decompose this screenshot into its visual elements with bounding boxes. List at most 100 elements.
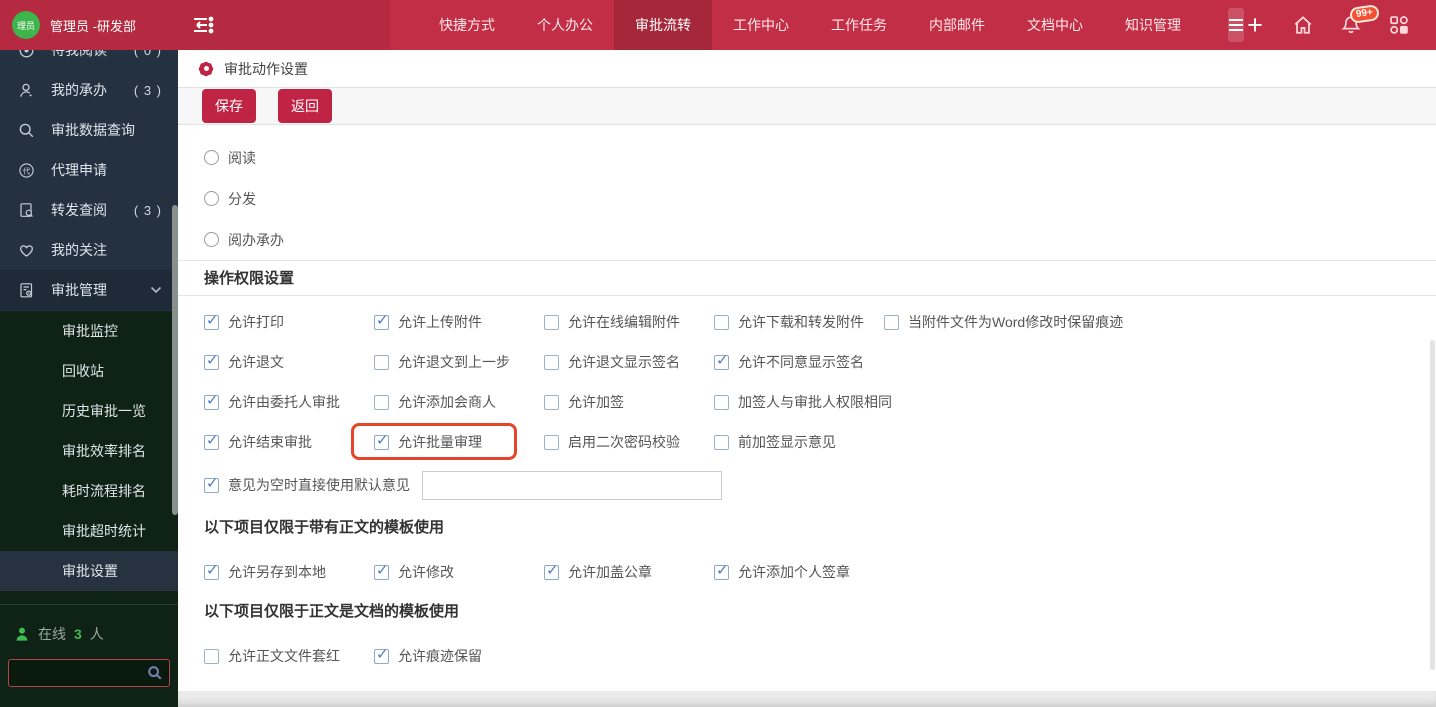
nav-item[interactable]: 内部邮件 — [908, 0, 1006, 50]
sidebar-submenu: 审批监控 回收站 历史审批一览 审批效率排名 耗时流程排名 审批超时统计 审批设置 — [0, 311, 178, 591]
checkbox[interactable] — [374, 311, 389, 330]
online-unit: 人 — [89, 626, 104, 642]
checkbox-item[interactable]: 允许打印 — [204, 311, 374, 332]
main-scrollbar[interactable] — [1430, 340, 1435, 670]
checkbox-item[interactable]: 前加签显示意见 — [714, 432, 884, 452]
sidebar: 待我阅读( 0 ) 我的承办( 3 ) 审批数据查询代代理申请 转发查阅( 3 ) 我的… — [0, 50, 178, 707]
checkbox-item[interactable]: 允许退文显示签名 — [544, 352, 714, 372]
checkbox-item[interactable]: 加签人与审批人权限相同 — [714, 392, 892, 412]
checkbox[interactable] — [204, 391, 219, 410]
radio-option[interactable]: 分发 — [204, 178, 1436, 219]
user-zone[interactable]: 理员 管理员 -研发部 — [0, 0, 390, 50]
checkbox[interactable] — [204, 431, 219, 450]
nav-more-icon[interactable] — [1228, 8, 1244, 42]
nav-item[interactable]: 文档中心 — [1006, 0, 1104, 50]
grid-icon[interactable] — [1388, 14, 1410, 36]
sidebar-item[interactable]: 审批数据查询 — [0, 110, 178, 150]
checkbox-item[interactable]: 允许痕迹保留 — [374, 645, 544, 666]
checkbox[interactable] — [204, 648, 219, 664]
checkbox[interactable] — [374, 431, 389, 450]
submenu-item[interactable]: 审批监控 — [0, 311, 178, 351]
checkbox-row: 允许打印 允许上传附件 允许在线编辑附件 允许下载和转发附件 当附件文件为Word修改时… — [204, 302, 1436, 342]
bell-icon[interactable]: 99+ — [1340, 4, 1380, 36]
nav-item[interactable]: 知识管理 — [1104, 0, 1202, 50]
checkbox[interactable] — [884, 314, 899, 330]
nav-item[interactable]: 快捷方式 — [418, 0, 516, 50]
checkbox[interactable] — [544, 434, 559, 450]
sidebar-item[interactable]: 我的关注 — [0, 230, 178, 270]
checkbox-label: 允许另存到本地 — [228, 564, 326, 580]
checkbox[interactable] — [204, 351, 219, 370]
radio-button[interactable] — [204, 150, 219, 165]
radio-option[interactable]: 阅读 — [204, 137, 1436, 178]
checkbox[interactable] — [544, 314, 559, 330]
checkbox-item[interactable]: 允许批量审理 — [351, 423, 544, 460]
checkbox[interactable] — [374, 354, 389, 370]
checkbox[interactable] — [374, 645, 389, 664]
search-input[interactable] — [8, 659, 170, 687]
menu-lines-icon[interactable] — [190, 15, 216, 35]
notification-badge: 99+ — [1349, 4, 1380, 24]
checkbox[interactable] — [374, 561, 389, 580]
checkbox[interactable] — [374, 394, 389, 410]
checkbox-item[interactable]: 允许上传附件 — [374, 311, 544, 332]
avatar[interactable]: 理员 — [12, 11, 40, 39]
checkbox-item[interactable]: 启用二次密码校验 — [544, 432, 714, 452]
plus-icon[interactable]: + — [1244, 12, 1266, 39]
checkbox[interactable] — [544, 561, 559, 580]
search-icon[interactable] — [147, 665, 163, 681]
submenu-item[interactable]: 审批设置 — [0, 551, 178, 591]
nav-item[interactable]: 审批流转 — [614, 0, 712, 50]
checkbox-item[interactable]: 允许另存到本地 — [204, 561, 374, 582]
checkbox-item[interactable]: 允许在线编辑附件 — [544, 312, 714, 332]
default-opinion-input[interactable] — [422, 470, 722, 500]
submenu-item[interactable]: 审批超时统计 — [0, 511, 178, 551]
checkbox-item[interactable]: 允许加盖公章 — [544, 561, 714, 582]
checkbox-item[interactable]: 允许由委托人审批 — [204, 391, 374, 412]
checkbox-item[interactable]: 允许退文 — [204, 351, 374, 372]
checkbox-item[interactable]: 允许结束审批 — [204, 431, 374, 452]
checkbox[interactable] — [204, 561, 219, 580]
section-header: 操作权限设置 — [178, 260, 1436, 296]
checkbox-item[interactable]: 允许加签 — [544, 392, 714, 412]
checkbox-item[interactable]: 允许添加会商人 — [374, 392, 544, 412]
checkbox[interactable] — [204, 474, 219, 493]
checkbox-label: 允许正文文件套红 — [228, 648, 340, 664]
sidebar-item[interactable]: 转发查阅 ( 3 ) — [0, 190, 178, 230]
checkbox[interactable] — [544, 394, 559, 410]
submenu-item[interactable]: 回收站 — [0, 351, 178, 391]
checkbox-item[interactable]: 允许退文到上一步 — [374, 352, 544, 372]
checkbox-item[interactable]: 允许添加个人签章 — [714, 561, 884, 582]
checkbox[interactable] — [714, 561, 729, 580]
sidebar-scrollbar[interactable] — [172, 205, 178, 515]
checkbox-item[interactable]: 允许下载和转发附件 — [714, 312, 884, 332]
sidebar-item[interactable]: 代 代理申请 — [0, 150, 178, 190]
submenu-item[interactable]: 历史审批一览 — [0, 391, 178, 431]
back-button[interactable]: 返回 — [278, 89, 332, 123]
checkbox[interactable] — [204, 311, 219, 330]
home-icon[interactable] — [1292, 14, 1314, 36]
radio-button[interactable] — [204, 232, 219, 247]
save-button[interactable]: 保存 — [202, 89, 256, 123]
checkbox[interactable] — [714, 434, 729, 450]
sidebar-item[interactable]: 我的承办 ( 3 ) — [0, 70, 178, 110]
sidebar-search — [8, 659, 170, 687]
checkbox-item[interactable]: 允许正文文件套红 — [204, 646, 374, 666]
radio-button[interactable] — [204, 191, 219, 206]
checkbox-item[interactable]: 允许不同意显示签名 — [714, 351, 884, 372]
checkbox-item[interactable]: 当附件文件为Word修改时保留痕迹 — [884, 312, 1123, 332]
nav-item[interactable]: 工作中心 — [712, 0, 810, 50]
checkbox[interactable] — [714, 394, 729, 410]
submenu-item[interactable]: 耗时流程排名 — [0, 471, 178, 511]
checkbox-item[interactable]: 意见为空时直接使用默认意见 — [204, 470, 722, 500]
nav-item[interactable]: 工作任务 — [810, 0, 908, 50]
sidebar-item[interactable]: 待我阅读 ( 0 ) — [0, 50, 178, 70]
checkbox[interactable] — [714, 351, 729, 370]
checkbox[interactable] — [544, 354, 559, 370]
radio-option[interactable]: 阅办承办 — [204, 219, 1436, 260]
checkbox[interactable] — [714, 314, 729, 330]
checkbox-item[interactable]: 允许修改 — [374, 561, 544, 582]
nav-item[interactable]: 个人办公 — [516, 0, 614, 50]
sidebar-item[interactable]: 审批管理 — [0, 270, 178, 310]
submenu-item[interactable]: 审批效率排名 — [0, 431, 178, 471]
